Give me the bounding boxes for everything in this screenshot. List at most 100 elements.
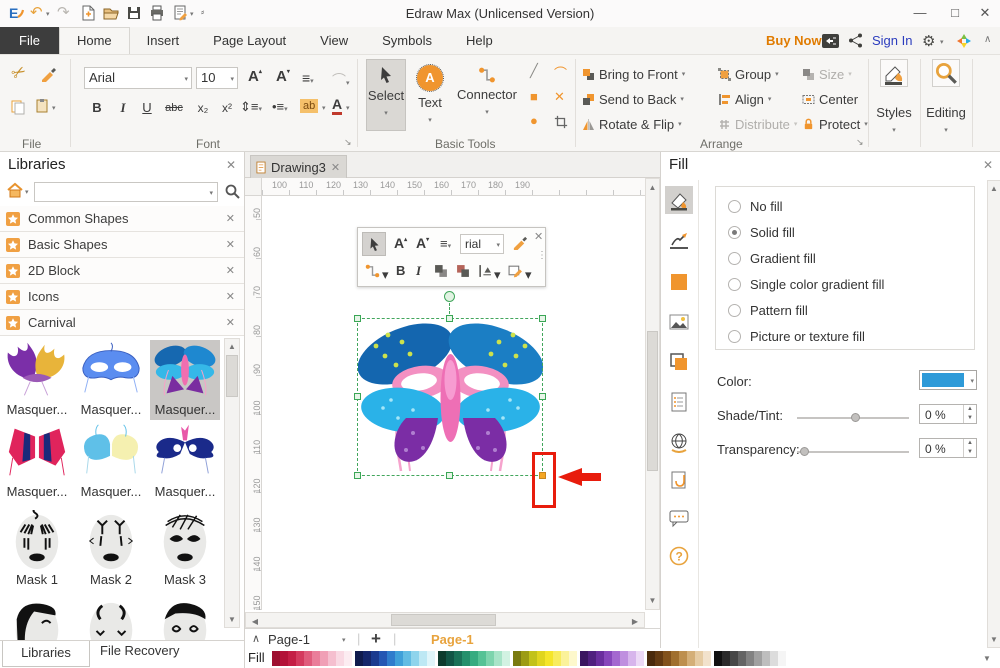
- selection-handle-nw[interactable]: [354, 315, 361, 322]
- shadow-icon[interactable]: [665, 348, 693, 376]
- palette-swatch[interactable]: [730, 651, 738, 666]
- palette-swatch[interactable]: [411, 651, 419, 666]
- font-color-dropdown-icon[interactable]: ▾: [346, 105, 350, 112]
- palette-swatch[interactable]: [336, 651, 344, 666]
- palette-swatch[interactable]: [695, 651, 703, 666]
- palette-swatch[interactable]: [738, 651, 746, 666]
- settings-gear-icon[interactable]: ⚙: [922, 32, 935, 50]
- scroll-up-icon[interactable]: ▲: [646, 183, 659, 192]
- palette-swatch[interactable]: [494, 651, 502, 666]
- palette-swatch[interactable]: [462, 651, 470, 666]
- font-family-select[interactable]: Arial ▾: [84, 67, 192, 89]
- palette-swatch[interactable]: [569, 651, 577, 666]
- library-section-common-shapes[interactable]: Common Shapes ✕: [0, 206, 244, 232]
- paste-dropdown-icon[interactable]: ▾: [52, 105, 56, 112]
- palette-swatch[interactable]: [671, 651, 679, 666]
- menu-tab-home[interactable]: Home: [58, 27, 130, 54]
- distribute-button[interactable]: Distribute ▾: [718, 113, 797, 135]
- mini-connector-icon[interactable]: [365, 264, 380, 278]
- menu-tab-page-layout[interactable]: Page Layout: [196, 27, 303, 54]
- mini-send-back-icon[interactable]: [456, 264, 470, 278]
- fill-option-no-fill[interactable]: No fill: [728, 193, 783, 219]
- shape-thumbnail-masquerade-2[interactable]: Masquer...: [76, 340, 146, 420]
- palette-swatch[interactable]: [427, 651, 435, 666]
- scroll-up-icon[interactable]: ▲: [988, 184, 1000, 193]
- font-dialog-launcher[interactable]: ↘: [344, 137, 352, 148]
- palette-swatch[interactable]: [387, 651, 395, 666]
- mini-align-distribute-icon[interactable]: [478, 264, 492, 278]
- group-button[interactable]: Group ▾: [718, 63, 779, 85]
- document-properties-icon[interactable]: [665, 388, 693, 416]
- palette-swatch[interactable]: [762, 651, 770, 666]
- transparency-slider-thumb[interactable]: [800, 447, 809, 456]
- decrease-font-button[interactable]: A▾: [276, 68, 290, 85]
- palette-swatch[interactable]: [647, 651, 655, 666]
- palette-swatch[interactable]: [513, 651, 521, 666]
- palette-swatch[interactable]: [470, 651, 478, 666]
- line-spacing-button[interactable]: ⇕≡▾: [240, 99, 262, 115]
- scroll-down-icon[interactable]: ▼: [988, 635, 1000, 644]
- mini-bold-button[interactable]: B: [396, 263, 405, 278]
- page-tab-page-1[interactable]: Page-1: [431, 632, 474, 647]
- home-icon[interactable]: [6, 181, 24, 199]
- selection-handle-n[interactable]: [446, 315, 453, 322]
- scrollbar-thumb[interactable]: [226, 355, 238, 397]
- palette-swatch[interactable]: [537, 651, 545, 666]
- palette-swatch[interactable]: [502, 651, 510, 666]
- shape-thumbnail-mask-1[interactable]: Mask 1: [2, 510, 72, 590]
- mini-align-button[interactable]: ≡▾: [440, 236, 451, 251]
- send-to-back-button[interactable]: Send to Back ▾: [582, 88, 684, 110]
- palette-swatch[interactable]: [620, 651, 628, 666]
- hyperlink-globe-icon[interactable]: [665, 428, 693, 456]
- palette-swatch[interactable]: [679, 651, 687, 666]
- library-section-carnival[interactable]: Carnival ✕: [0, 310, 244, 336]
- minimize-button[interactable]: —: [905, 0, 935, 26]
- palette-swatch[interactable]: [561, 651, 569, 666]
- center-button[interactable]: Center: [802, 88, 858, 110]
- search-icon[interactable]: [224, 183, 240, 199]
- palette-swatch[interactable]: [636, 651, 644, 666]
- close-fill-panel-icon[interactable]: ✕: [983, 158, 993, 172]
- palette-swatch[interactable]: [687, 651, 695, 666]
- export-share-icon[interactable]: [822, 34, 839, 48]
- help-icon[interactable]: ?: [665, 542, 693, 570]
- strikethrough-button[interactable]: abc: [160, 97, 188, 119]
- fill-option-gradient-fill[interactable]: Gradient fill: [728, 245, 816, 271]
- library-section-basic-shapes[interactable]: Basic Shapes ✕: [0, 232, 244, 258]
- palette-swatch[interactable]: [521, 651, 529, 666]
- bold-button[interactable]: B: [86, 97, 108, 119]
- palette-swatch[interactable]: [714, 651, 722, 666]
- menu-tab-insert[interactable]: Insert: [130, 27, 197, 54]
- close-section-icon[interactable]: ✕: [226, 238, 235, 251]
- palette-swatch[interactable]: [778, 651, 786, 666]
- shade-value-input[interactable]: 0 % ▲ ▼: [919, 404, 977, 424]
- fill-option-picture-or-texture-fill[interactable]: Picture or texture fill: [728, 323, 865, 349]
- palette-swatch[interactable]: [272, 651, 280, 666]
- palette-swatch[interactable]: [553, 651, 561, 666]
- spinner-icons[interactable]: ▲ ▼: [963, 405, 976, 423]
- arrange-dialog-launcher[interactable]: ↘: [856, 137, 864, 148]
- menu-tab-file[interactable]: File: [0, 27, 59, 54]
- protect-button[interactable]: Protect ▾: [802, 113, 868, 135]
- align-button[interactable]: Align ▾: [718, 88, 771, 110]
- transparency-value-input[interactable]: 0 % ▲ ▼: [919, 438, 977, 458]
- menu-tab-view[interactable]: View: [303, 27, 365, 54]
- bottom-tab-libraries[interactable]: Libraries: [2, 641, 90, 667]
- close-section-icon[interactable]: ✕: [226, 290, 235, 303]
- canvas-vertical-scrollbar[interactable]: ▲ ▼: [645, 178, 660, 610]
- palette-swatch[interactable]: [371, 651, 379, 666]
- palette-swatch[interactable]: [288, 651, 296, 666]
- palette-swatch[interactable]: [438, 651, 446, 666]
- close-mini-toolbar-icon[interactable]: ✕: [534, 230, 543, 243]
- mini-align-dropdown-icon[interactable]: ▾: [494, 268, 501, 281]
- text-highlight-button[interactable]: ab: [300, 99, 319, 113]
- shape-thumbnail-masquerade-6[interactable]: Masquer...: [150, 422, 220, 502]
- scroll-down-icon[interactable]: ▼: [646, 596, 659, 605]
- shape-thumbnail-masquerade-1[interactable]: Masquer...: [2, 340, 72, 420]
- shape-thumbnail-masquerade-3-selected[interactable]: Masquer...: [150, 340, 220, 420]
- scroll-left-icon[interactable]: ◀: [250, 617, 260, 626]
- mini-style-icon[interactable]: [508, 264, 523, 278]
- palette-swatch[interactable]: [545, 651, 553, 666]
- palette-swatch[interactable]: [746, 651, 754, 666]
- palette-swatch[interactable]: [328, 651, 336, 666]
